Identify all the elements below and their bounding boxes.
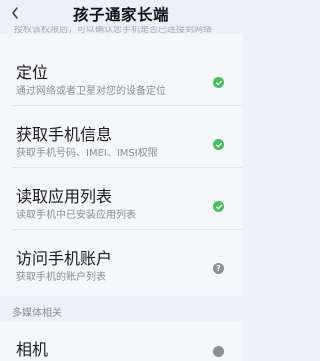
permission-row-phone-info[interactable]: 获取手机信息 获取手机号码、IMEI、IMSI权限 <box>0 108 242 168</box>
permission-row-camera[interactable]: 相机 <box>16 336 48 360</box>
check-icon <box>215 204 222 209</box>
permission-desc: 通过网络或者卫星对您的设备定位 <box>16 86 166 97</box>
status-granted-icon <box>213 77 224 88</box>
row-divider <box>12 105 242 106</box>
check-icon <box>215 80 222 85</box>
permission-name: 定位 <box>16 63 49 82</box>
permission-desc: 获取手机的账户列表 <box>16 272 106 283</box>
section-header-multimedia: 多媒体相关 <box>12 308 62 319</box>
permission-desc: 获取手机号码、IMEI、IMSI权限 <box>16 148 158 159</box>
permission-name: 访问手机账户 <box>16 249 113 268</box>
row-divider <box>12 229 242 230</box>
permission-row-accounts[interactable]: 访问手机账户 获取手机的账户列表 ? <box>0 232 242 292</box>
permission-name: 读取应用列表 <box>16 187 113 206</box>
question-icon: ? <box>213 263 224 274</box>
permission-row-location[interactable]: 定位 通过网络或者卫星对您的设备定位 <box>0 46 242 106</box>
permission-name: 获取手机信息 <box>16 125 113 144</box>
page-title: 孩子通家长端 <box>72 6 169 24</box>
status-granted-icon <box>213 201 224 212</box>
permissions-card: 定位 通过网络或者卫星对您的设备定位 获取手机信息 获取手机号码、IMEI、IM… <box>0 34 242 296</box>
permission-desc: 读取手机中已安装应用列表 <box>16 210 136 221</box>
status-granted-icon <box>213 139 224 150</box>
row-divider <box>12 167 242 168</box>
check-icon <box>215 142 222 147</box>
peek-description: 授权该权限后，可以确认您手机是否已连接到网络 <box>14 26 213 34</box>
status-unknown-icon <box>213 346 224 357</box>
permission-row-app-list[interactable]: 读取应用列表 读取手机中已安装应用列表 <box>0 170 242 230</box>
